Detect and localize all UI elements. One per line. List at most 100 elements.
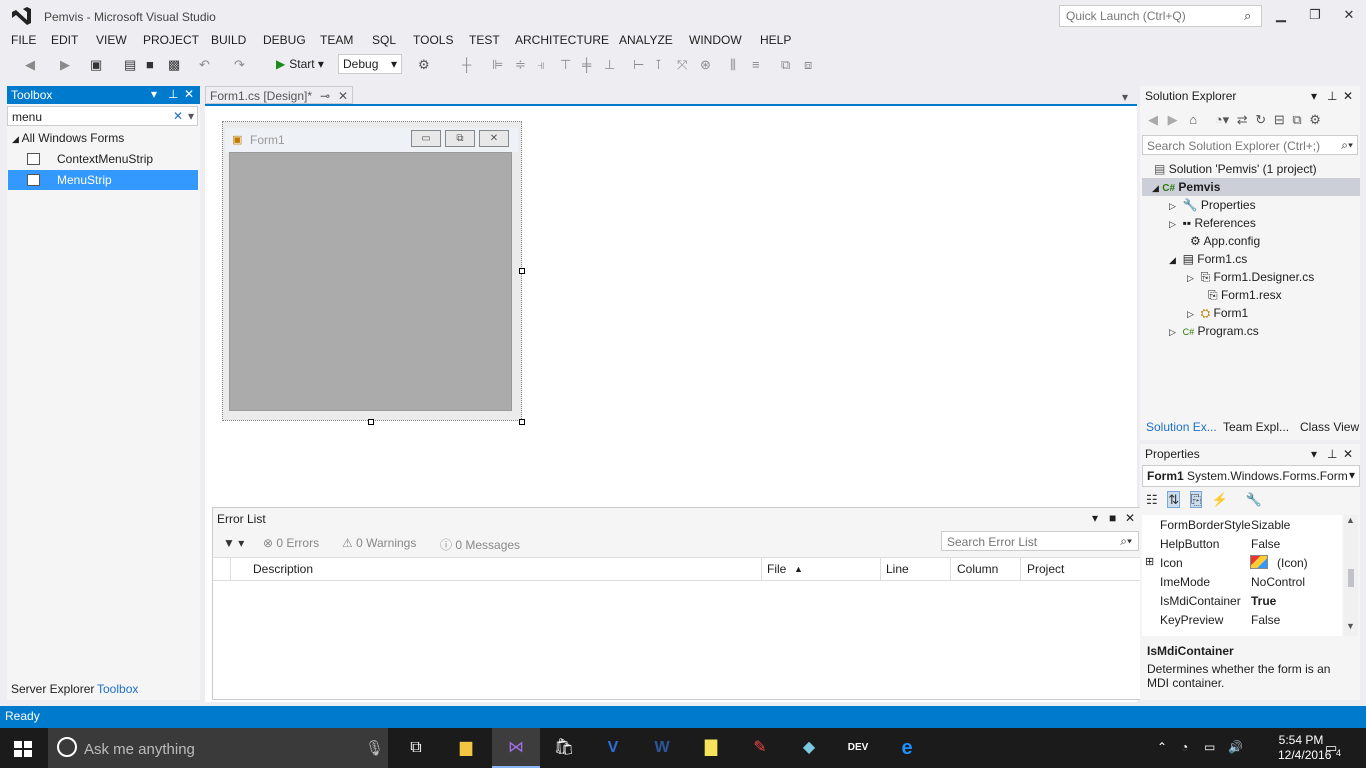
close-icon[interactable]: ✕ <box>338 89 348 103</box>
tab-solution-explorer[interactable]: Solution Ex... <box>1146 420 1217 434</box>
menu-architecture[interactable]: ARCHITECTURE <box>515 33 609 47</box>
clear-search-icon[interactable]: ✕ <box>173 109 183 123</box>
errors-filter-button[interactable]: ⊗ 0 Errors <box>263 536 319 550</box>
column-description[interactable]: Description <box>253 562 313 576</box>
chevron-down-icon[interactable]: ▾ <box>188 109 194 123</box>
tab-team-explorer[interactable]: Team Expl... <box>1223 420 1289 434</box>
messages-filter-button[interactable]: ⓘ 0 Messages <box>440 536 520 553</box>
tree-form1-designer-cs[interactable]: ▷ ⎘ Form1.Designer.cs <box>1187 270 1314 285</box>
menu-debug[interactable]: DEBUG <box>263 33 306 47</box>
pin-icon[interactable]: ⊥ <box>1327 89 1337 103</box>
tree-form1-resx[interactable]: ⎘ Form1.resx <box>1208 288 1282 303</box>
properties-view-icon[interactable]: ⎘ <box>1189 491 1203 508</box>
expand-plus-icon[interactable]: ⊞ <box>1145 555 1154 568</box>
menu-help[interactable]: HELP <box>760 33 791 47</box>
warnings-filter-button[interactable]: ⚠ 0 Warnings <box>342 536 416 550</box>
toolbox-group-all-windows-forms[interactable]: ◢ All Windows Forms <box>12 131 124 145</box>
menu-tools[interactable]: TOOLS <box>413 33 453 47</box>
task-view-icon[interactable]: ⧉ <box>403 736 429 760</box>
back-icon[interactable]: ◀ <box>1148 112 1158 127</box>
column-file[interactable]: File <box>767 562 786 576</box>
collapse-all-icon[interactable]: ⊟ <box>1274 112 1285 127</box>
resize-handle-corner[interactable] <box>519 419 525 425</box>
menu-file[interactable]: FILE <box>11 33 36 47</box>
bring-to-front-icon[interactable]: ⧉ <box>781 57 790 73</box>
vertical-spacing-icon[interactable]: ≡ <box>752 57 760 72</box>
align-tops-icon[interactable]: ⊤ <box>560 57 571 73</box>
events-icon[interactable]: ⚡ <box>1212 492 1228 507</box>
pin-icon[interactable]: ⊥ <box>168 87 178 101</box>
property-row[interactable]: FormBorderStyle Sizable <box>1142 515 1342 534</box>
property-value[interactable]: NoControl <box>1251 575 1305 589</box>
properties-scrollbar[interactable]: ▲ ▼ <box>1344 515 1358 636</box>
property-value[interactable]: False <box>1251 613 1280 627</box>
close-icon[interactable]: ✕ <box>1343 89 1353 103</box>
size-to-grid-icon[interactable]: ⊛ <box>700 57 711 73</box>
redo-icon[interactable]: ↷ <box>234 57 245 73</box>
align-centers-icon[interactable]: ≑ <box>515 57 526 73</box>
quick-launch-input[interactable]: Quick Launch (Ctrl+Q) <box>1059 5 1262 27</box>
dev-app-icon[interactable]: DEV <box>845 736 871 760</box>
tab-server-explorer[interactable]: Server Explorer <box>11 682 94 696</box>
sticky-notes-icon[interactable]: ▇ <box>698 736 724 760</box>
scroll-down-icon[interactable]: ▼ <box>1346 621 1355 631</box>
tree-form1-cs[interactable]: ◢ ▤ Form1.cs <box>1169 252 1247 266</box>
make-same-height-icon[interactable]: ⊺ <box>655 57 662 73</box>
resize-handle-bottom[interactable] <box>368 419 374 425</box>
toolbox-item-menustrip[interactable]: MenuStrip <box>8 170 198 190</box>
menu-project[interactable]: PROJECT <box>143 33 199 47</box>
menu-team[interactable]: TEAM <box>320 33 353 47</box>
menu-build[interactable]: BUILD <box>211 33 246 47</box>
paint-icon[interactable]: ✎ <box>747 736 773 760</box>
property-row[interactable]: HelpButton False <box>1142 534 1342 553</box>
tablet-app-icon[interactable]: ◆ <box>796 736 822 760</box>
solution-configuration-select[interactable]: Debug ▾ <box>338 54 402 74</box>
tree-project-pemvis[interactable]: ◢ C# Pemvis <box>1152 180 1220 194</box>
scroll-up-icon[interactable]: ▲ <box>1346 515 1355 525</box>
categorized-icon[interactable]: ☷ <box>1146 492 1158 507</box>
tree-app-config[interactable]: ⚙ App.config <box>1190 234 1260 248</box>
menu-sql[interactable]: SQL <box>372 33 396 47</box>
pin-icon[interactable]: ⊥ <box>1327 447 1337 461</box>
attach-icon[interactable]: ⚙ <box>418 57 430 73</box>
close-icon[interactable]: ✕ <box>1343 447 1353 461</box>
visual-studio-taskbar-icon[interactable]: ⋈ <box>492 728 540 768</box>
volume-icon[interactable]: 🔊 <box>1228 740 1243 754</box>
column-line[interactable]: Line <box>886 562 909 576</box>
new-project-icon[interactable]: ▣ <box>90 57 102 73</box>
property-row[interactable]: IsMdiContainer True <box>1142 591 1342 610</box>
solution-explorer-search-input[interactable]: Search Solution Explorer (Ctrl+;) ⌕▾ <box>1142 135 1358 155</box>
windows-start-icon[interactable] <box>14 741 32 757</box>
align-lefts-icon[interactable]: ⊫ <box>492 57 503 73</box>
pending-changes-icon[interactable]: ◔▾ <box>1215 112 1229 127</box>
property-value[interactable]: (Icon) <box>1277 556 1308 570</box>
dropdown-icon[interactable]: ▾ <box>1311 89 1317 103</box>
forward-icon[interactable]: ▶ <box>60 57 70 73</box>
start-debugging-button[interactable]: ▶ Start ▾ <box>276 57 324 71</box>
menu-analyze[interactable]: ANALYZE <box>619 33 673 47</box>
back-icon[interactable]: ◀ <box>25 57 35 73</box>
properties-icon[interactable]: ⚙ <box>1309 112 1321 127</box>
send-to-back-icon[interactable]: ⧈ <box>804 57 812 73</box>
tree-form1-class[interactable]: ▷ ⛭ Form1 <box>1187 306 1248 321</box>
file-explorer-icon[interactable]: ▆ <box>453 736 479 760</box>
menu-view[interactable]: VIEW <box>96 33 127 47</box>
taskbar-clock[interactable]: 5:54 PM 12/4/2016 <box>1278 733 1331 763</box>
align-middles-icon[interactable]: ╪ <box>582 57 591 72</box>
edge-icon[interactable]: e <box>894 736 920 760</box>
refresh-icon[interactable]: ↻ <box>1255 112 1266 127</box>
microphone-icon[interactable]: 🎙 <box>365 739 384 757</box>
toolbox-item-contextmenustrip[interactable]: ContextMenuStrip <box>8 149 198 169</box>
dropdown-icon[interactable]: ▾ <box>1311 447 1317 461</box>
minimize-button[interactable]: ▁ <box>1268 5 1294 25</box>
open-file-icon[interactable]: ▤ <box>124 57 136 73</box>
tab-toolbox[interactable]: Toolbox <box>97 682 138 696</box>
save-all-icon[interactable]: ▩ <box>168 57 180 73</box>
align-rights-icon[interactable]: ⫣ <box>537 57 545 73</box>
pin-icon[interactable]: ⊸ <box>320 89 330 103</box>
property-pages-icon[interactable]: 🔧 <box>1246 492 1262 507</box>
error-list-search-input[interactable]: Search Error List ⌕▾ <box>941 531 1139 551</box>
properties-object-selector[interactable]: Form1 System.Windows.Forms.Form ▾ <box>1142 465 1360 487</box>
column-project[interactable]: Project <box>1027 562 1064 576</box>
menu-edit[interactable]: EDIT <box>51 33 78 47</box>
